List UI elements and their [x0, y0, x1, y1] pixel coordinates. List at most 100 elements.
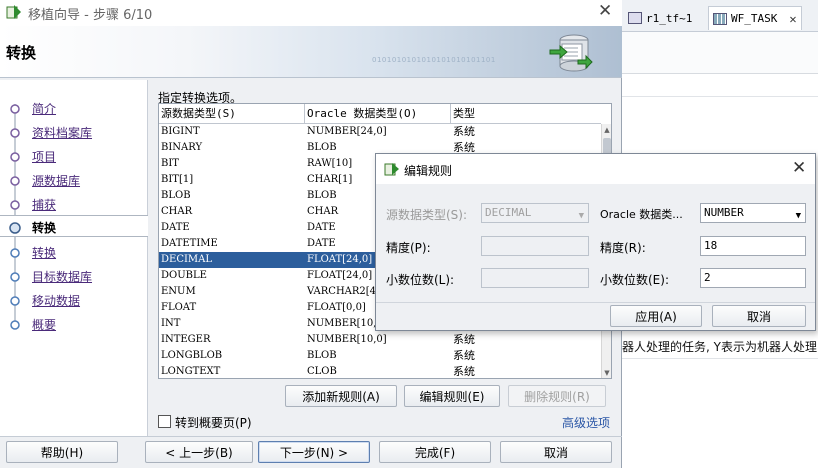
- cell-oracle-type: NUMBER[10,0]: [307, 334, 387, 345]
- background-tab-wf-task[interactable]: WF_TASK ✕: [708, 6, 802, 30]
- nav-step-convert-active[interactable]: 转换: [0, 215, 148, 237]
- source-precision-field: [481, 236, 589, 256]
- dialog-titlebar: 编辑规则 ✕: [376, 154, 815, 184]
- background-tab-label: WF_TASK: [731, 12, 778, 25]
- cell-source-type: FLOAT: [161, 302, 197, 313]
- scroll-down-icon[interactable]: ▼: [603, 368, 611, 378]
- source-scale-field: [481, 268, 589, 288]
- cell-source-type: DOUBLE: [161, 270, 207, 281]
- cell-oracle-type: BLOB: [307, 350, 337, 361]
- edit-rule-button[interactable]: 编辑规则(E): [404, 385, 500, 407]
- cell-type: 系统: [453, 333, 475, 346]
- cell-oracle-type: CLOB: [307, 366, 337, 377]
- add-rule-button[interactable]: 添加新规则(A): [285, 385, 397, 407]
- goto-summary-label: 转到概要页(P): [175, 416, 252, 430]
- background-tab-label: r1_tf~1: [646, 11, 693, 25]
- precision-label-right: 精度(R):: [600, 241, 646, 255]
- wizard-title: 移植向导 - 步骤 6/10: [28, 8, 153, 23]
- scale-input[interactable]: 2: [700, 268, 806, 288]
- close-icon[interactable]: ✕: [598, 1, 612, 21]
- precision-input[interactable]: 18: [700, 236, 806, 256]
- help-button[interactable]: 帮助(H): [6, 441, 118, 463]
- column-header-oracle-type[interactable]: Oracle 数据类型(O): [305, 104, 451, 124]
- cancel-button[interactable]: 取消: [500, 441, 612, 463]
- dialog-app-icon: [384, 163, 399, 176]
- nav-step-source-db[interactable]: 源数据库: [0, 169, 148, 191]
- background-tab-r1[interactable]: r1_tf~1: [624, 6, 696, 30]
- table-row[interactable]: INTEGER NUMBER[10,0] 系统: [159, 332, 601, 348]
- nav-step-move-data[interactable]: 移动数据: [0, 289, 148, 311]
- cell-source-type: DECIMAL: [161, 254, 213, 265]
- nav-step-project[interactable]: 项目: [0, 145, 148, 167]
- scale-label-left: 小数位数(L):: [386, 273, 455, 287]
- table-row[interactable]: LONGTEXT CLOB 系统: [159, 364, 601, 378]
- cell-source-type: BINARY: [161, 142, 203, 153]
- oracle-type-select[interactable]: NUMBER ▼: [700, 203, 806, 223]
- divider: [622, 96, 818, 97]
- precision-label-left: 精度(P):: [386, 241, 431, 255]
- dialog-title: 编辑规则: [404, 164, 453, 178]
- step-marker-icon: [10, 176, 20, 186]
- step-marker-icon: [10, 128, 20, 138]
- nav-step-summary[interactable]: 概要: [0, 313, 148, 335]
- cell-oracle-type: NUMBER[24,0]: [307, 126, 387, 137]
- nav-step-label: 转换: [32, 221, 57, 235]
- apply-button[interactable]: 应用(A): [610, 305, 702, 327]
- nav-step-label: 概要: [32, 318, 57, 332]
- nav-step-label: 简介: [32, 102, 57, 116]
- cell-source-type: ENUM: [161, 286, 196, 297]
- nav-step-target-db[interactable]: 目标数据库: [0, 265, 148, 287]
- oracle-type-value: NUMBER: [704, 206, 744, 219]
- nav-step-translate[interactable]: 转换: [0, 241, 148, 263]
- nav-step-label: 项目: [32, 150, 57, 164]
- next-button[interactable]: 下一步(N) >: [258, 441, 370, 463]
- close-icon[interactable]: ✕: [792, 158, 806, 178]
- nav-step-label: 移动数据: [32, 294, 81, 308]
- dialog-divider: [376, 302, 815, 303]
- nav-step-capture[interactable]: 捕获: [0, 193, 148, 215]
- step-marker-active-icon: [9, 222, 21, 234]
- dialog-cancel-button[interactable]: 取消: [712, 305, 806, 327]
- nav-step-repository[interactable]: 资料档案库: [0, 121, 148, 143]
- advanced-options-link[interactable]: 高级选项: [562, 414, 610, 431]
- step-marker-icon: [10, 152, 20, 162]
- column-header-type[interactable]: 类型: [451, 104, 601, 124]
- source-type-label: 源数据类型(S):: [386, 208, 468, 222]
- cell-source-type: INTEGER: [161, 334, 211, 345]
- close-icon[interactable]: ✕: [789, 12, 796, 26]
- oracle-type-label: Oracle 数据类...: [600, 208, 683, 221]
- background-toolbar: [622, 32, 818, 74]
- column-header-source-type[interactable]: 源数据类型(S): [159, 104, 305, 124]
- step-marker-icon: [10, 200, 20, 210]
- table-row[interactable]: BIGINT NUMBER[24,0] 系统: [159, 124, 601, 140]
- cell-source-type: INT: [161, 318, 181, 329]
- scroll-up-icon[interactable]: ▲: [603, 125, 611, 135]
- goto-summary-checkbox[interactable]: [158, 415, 171, 428]
- header-binary-decoration: 0101010101010101010101101: [372, 56, 496, 64]
- table-row[interactable]: LONGBLOB BLOB 系统: [159, 348, 601, 364]
- nav-step-label: 资料档案库: [32, 126, 93, 140]
- delete-rule-button[interactable]: 删除规则(R): [508, 385, 606, 407]
- nav-step-intro[interactable]: 简介: [0, 97, 148, 119]
- cell-type: 系统: [453, 349, 475, 362]
- database-migrate-icon: [549, 34, 593, 72]
- footer-divider: [0, 436, 622, 437]
- cell-source-type: LONGTEXT: [161, 366, 221, 377]
- cell-type: 系统: [453, 365, 475, 378]
- cell-type: 系统: [453, 125, 475, 138]
- edit-rule-dialog: 编辑规则 ✕ 源数据类型(S): DECIMAL ▼ Oracle 数据类...…: [375, 153, 816, 331]
- wizard-step-nav: 简介 资料档案库 项目 源数据库 捕获 转换 转换 目标数据库 移动数据 概要: [0, 80, 148, 436]
- finish-button[interactable]: 完成(F): [379, 441, 491, 463]
- step-marker-icon: [10, 248, 20, 258]
- cell-source-type: LONGBLOB: [161, 350, 223, 361]
- chevron-down-icon: ▼: [578, 211, 584, 221]
- back-button[interactable]: < 上一步(B): [145, 441, 253, 463]
- wizard-app-icon: [6, 5, 21, 19]
- nav-step-label: 源数据库: [32, 174, 81, 188]
- nav-step-label: 目标数据库: [32, 270, 93, 284]
- page-title: 转换: [6, 44, 37, 62]
- background-tab-bar: r1_tf~1 WF_TASK ✕: [622, 0, 818, 32]
- wizard-titlebar: 移植向导 - 步骤 6/10 ✕: [0, 0, 622, 26]
- chevron-down-icon[interactable]: ▼: [796, 207, 801, 225]
- source-type-value: DECIMAL: [485, 206, 532, 219]
